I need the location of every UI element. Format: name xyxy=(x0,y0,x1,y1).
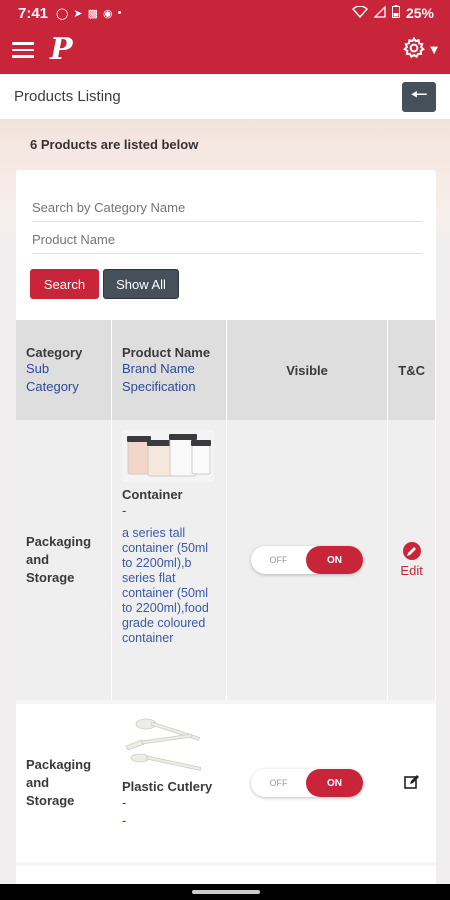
visibility-toggle[interactable]: OFF ON xyxy=(251,769,364,797)
row-tc: Edit xyxy=(387,420,436,702)
row-product: Plastic Cutlery - - xyxy=(111,702,227,864)
battery-icon xyxy=(391,5,400,21)
chevron-down-icon: ▼ xyxy=(430,44,438,56)
row-product: Container - a series tall container (50m… xyxy=(111,420,227,702)
edit-icon xyxy=(402,542,421,560)
battery-percent: 25% xyxy=(405,5,434,21)
app-logo[interactable]: P xyxy=(50,35,73,65)
search-button[interactable]: Search xyxy=(30,269,99,299)
header-product-name: Product Name xyxy=(121,344,211,360)
toggle-on-label: ON xyxy=(306,546,364,574)
telegram-icon: ➤ xyxy=(73,7,83,20)
header-product: Product Name Brand Name Specification xyxy=(111,320,227,420)
news-icon: ▩ xyxy=(87,7,98,20)
signal-icon xyxy=(373,5,386,21)
row-product-name: Container xyxy=(121,487,183,502)
row-tc xyxy=(387,702,436,864)
status-time: 7:41 xyxy=(18,4,49,22)
product-list-card: Search Show All Category Sub Category Pr… xyxy=(16,170,436,890)
whatsapp-icon: ◯ xyxy=(56,7,69,20)
row-category: Packaging and Storage xyxy=(16,702,112,864)
gear-icon xyxy=(402,36,426,64)
container-product-image xyxy=(121,430,214,482)
header-sub-category: Sub Category xyxy=(26,360,79,394)
product-name-input[interactable] xyxy=(32,232,422,254)
table-header-row: Category Sub Category Product Name Brand… xyxy=(16,320,436,420)
home-gesture-handle[interactable] xyxy=(192,890,260,894)
table-row: Packaging and Storage Container - a seri… xyxy=(16,420,436,702)
dot-icon: • xyxy=(117,7,122,19)
row-category: Packaging and Storage xyxy=(16,420,112,702)
row-specification: a series tall container (50ml to 2200ml)… xyxy=(121,526,209,645)
edit-label: Edit xyxy=(400,563,423,578)
edit-button[interactable] xyxy=(403,774,420,793)
system-nav-bar xyxy=(0,884,450,900)
edit-icon xyxy=(403,774,420,793)
header-specification: Specification xyxy=(121,378,196,394)
header-brand-name: Brand Name xyxy=(121,360,195,376)
products-table: Category Sub Category Product Name Brand… xyxy=(16,320,436,890)
table-row: Packaging and Storage Plastic Cutlery - … xyxy=(16,702,436,864)
toggle-off-label: OFF xyxy=(269,778,288,788)
app-bar: P ▼ xyxy=(0,26,450,74)
show-all-button[interactable]: Show All xyxy=(103,269,179,299)
row-brand-name: - xyxy=(121,795,127,810)
header-tc: T&C xyxy=(387,320,436,420)
page-title: Products Listing xyxy=(14,88,121,105)
wifi-icon xyxy=(352,5,368,21)
messenger-icon: ◉ xyxy=(102,7,113,20)
row-visible: OFF ON xyxy=(226,702,389,864)
header-category: Category Sub Category xyxy=(16,320,112,420)
row-visible: OFF ON xyxy=(226,420,389,702)
row-specification: - xyxy=(121,813,127,828)
cutlery-product-image xyxy=(121,714,214,774)
header-visible: Visible xyxy=(226,320,389,420)
back-button[interactable]: 🠔 xyxy=(402,81,436,112)
settings-menu[interactable]: ▼ xyxy=(402,36,438,64)
header-category-label: Category xyxy=(26,344,83,360)
row-product-name: Plastic Cutlery xyxy=(121,779,213,794)
toggle-on-label: ON xyxy=(306,769,364,797)
arrow-left-icon: 🠔 xyxy=(410,81,428,106)
status-bar: 7:41 ◯ ➤ ▩ ◉ • 25% xyxy=(0,0,450,26)
toggle-off-label: OFF xyxy=(269,555,288,565)
menu-icon[interactable] xyxy=(12,42,34,58)
row-brand-name: - xyxy=(121,503,127,518)
visibility-toggle[interactable]: OFF ON xyxy=(251,546,364,574)
product-count: 6 Products are listed below xyxy=(30,137,199,152)
page-title-bar: Products Listing 🠔 xyxy=(0,74,450,120)
edit-button[interactable]: Edit xyxy=(400,542,423,578)
category-search-input[interactable] xyxy=(32,200,422,222)
